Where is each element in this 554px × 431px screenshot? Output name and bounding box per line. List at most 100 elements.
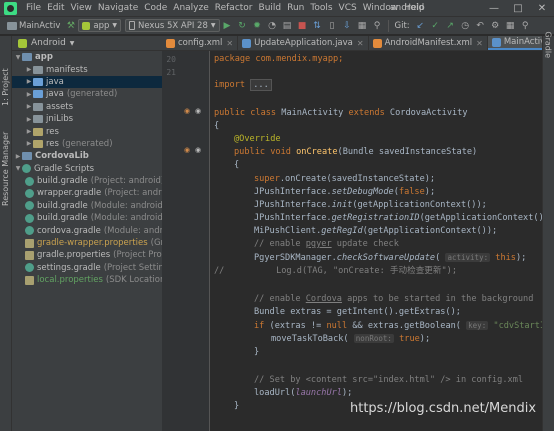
editor-tab-label: MainActivity.java (503, 37, 542, 47)
menu-file[interactable]: File (23, 3, 44, 13)
code-token: this (490, 253, 516, 263)
tree-item[interactable]: build.gradle (Module: android) (12, 200, 162, 212)
editor-tab[interactable]: config.xml ✕ (162, 36, 239, 50)
git-update-icon[interactable]: ↙ (415, 20, 426, 31)
code-line: super.onCreate(savedInstanceState); (254, 173, 435, 186)
attach-debugger-icon[interactable]: ▤ (282, 20, 293, 31)
tree-item[interactable]: wrapper.gradle(Project: android) (12, 187, 162, 199)
code-token: JPushInterface. (254, 200, 332, 210)
tree-item[interactable]: ▶ assets (12, 101, 162, 113)
tree-item[interactable]: ▶ CordovaLib (12, 150, 162, 162)
chevron-right-icon[interactable]: ▶ (25, 66, 33, 73)
close-icon[interactable]: ✕ (226, 39, 233, 48)
tree-item[interactable]: gradle.properties (Project Prop (12, 249, 162, 261)
menu-refactor[interactable]: Refactor (212, 3, 256, 13)
tree-item[interactable]: gradle-wrapper.properties(Gra (12, 237, 162, 249)
project-breadcrumb[interactable]: MainActiv (2, 19, 63, 33)
menu-edit[interactable]: Edit (44, 3, 67, 13)
close-icon[interactable]: ✕ (476, 39, 483, 48)
implemented-class-icon[interactable]: ◉ (184, 107, 190, 115)
tree-item[interactable]: settings.gradle(Project Settings (12, 262, 162, 274)
hammer-icon[interactable]: ⚒ (65, 20, 76, 31)
menu-analyze[interactable]: Analyze (170, 3, 211, 13)
chevron-right-icon[interactable]: ▶ (14, 153, 22, 160)
minimize-icon[interactable]: — (482, 0, 506, 17)
run-icon[interactable]: ▶ (222, 20, 233, 31)
code-line: public class MainActivity extends Cordov… (214, 107, 468, 120)
sync-gradle-icon[interactable]: ⇅ (312, 20, 323, 31)
tree-item[interactable]: ▶ manifests (12, 63, 162, 75)
tree-item[interactable]: ▼ Gradle Scripts (12, 163, 162, 175)
import-keyword: import (214, 80, 246, 90)
device-label: Nexus 5X API 28 (137, 20, 208, 31)
tree-item[interactable]: ▶ java (12, 75, 162, 89)
editor-tab-label: AndroidManifest.xml (384, 38, 473, 48)
settings-icon[interactable]: ⚙ (490, 20, 501, 31)
stop-icon[interactable]: ■ (297, 20, 308, 31)
apply-changes-icon[interactable]: ↻ (237, 20, 248, 31)
menu-view[interactable]: View (68, 3, 95, 13)
menu-navigate[interactable]: Navigate (95, 3, 141, 13)
code-editor[interactable]: package com.mendix.myapp; import ... pub… (214, 51, 542, 431)
project-tool-tab[interactable]: 1: Project (1, 68, 10, 106)
revert-icon[interactable]: ↶ (475, 20, 486, 31)
gradle-tool-tab[interactable]: Gradle (544, 31, 553, 58)
debug-icon[interactable]: ✹ (252, 20, 263, 31)
tree-item-label: java (46, 89, 64, 100)
menu-build[interactable]: Build (256, 3, 285, 13)
run-config-select[interactable]: app ▼ (78, 19, 121, 32)
tree-item[interactable]: cordova.gradle(Module: android) (12, 224, 162, 236)
code-line: public void onCreate(Bundle savedInstanc… (234, 146, 477, 159)
sdk-manager-icon[interactable]: ⇩ (342, 20, 353, 31)
chevron-right-icon[interactable]: ▶ (25, 116, 33, 123)
tree-item-tag: (Module: android) (90, 200, 162, 211)
code-token: ); (515, 253, 527, 263)
tree-item[interactable]: build.gradle (Module: android) (12, 212, 162, 224)
search-icon[interactable]: ⚲ (372, 20, 383, 31)
project-view-selector[interactable]: Android ▼ (12, 36, 162, 51)
device-select[interactable]: Nexus 5X API 28 ▼ (124, 19, 220, 32)
history-icon[interactable]: ◷ (460, 20, 471, 31)
menu-tools[interactable]: Tools (307, 3, 335, 13)
run-gutter-icon[interactable]: ◉ (195, 107, 201, 115)
code-token: (getApplicationContext()); (419, 213, 542, 223)
chevron-right-icon[interactable]: ▶ (25, 91, 33, 98)
tree-item[interactable]: ▼ app (12, 51, 162, 63)
chevron-down-icon[interactable]: ▼ (14, 165, 22, 172)
project-structure-icon[interactable]: ▦ (505, 20, 516, 31)
parameter-hint: key: (466, 321, 489, 330)
chevron-right-icon[interactable]: ▶ (25, 140, 33, 147)
tree-item[interactable]: local.properties(SDK Location) (12, 274, 162, 286)
search-everywhere-icon[interactable]: ⚲ (520, 20, 531, 31)
git-push-icon[interactable]: ↗ (445, 20, 456, 31)
tree-item-tag: (SDK Location) (105, 275, 162, 286)
tree-item[interactable]: ▶ res (generated) (12, 138, 162, 150)
close-icon[interactable]: ✕ (357, 39, 364, 48)
code-token: moveTaskToBack( (271, 334, 354, 344)
menu-run[interactable]: Run (284, 3, 307, 13)
override-method-icon[interactable]: ◉ (184, 146, 190, 154)
profile-icon[interactable]: ◔ (267, 20, 278, 31)
chevron-right-icon[interactable]: ▶ (25, 78, 33, 85)
tree-item[interactable]: ▶ res (12, 125, 162, 137)
tree-item[interactable]: ▶ jniLibs (12, 113, 162, 125)
chevron-down-icon[interactable]: ▼ (14, 54, 22, 61)
menu-vcs[interactable]: VCS (336, 3, 360, 13)
folded-imports[interactable]: ... (250, 79, 272, 91)
editor-tab[interactable]: MainActivity.java✕ (487, 36, 542, 50)
fold-gutter-icon[interactable]: ◉ (195, 146, 201, 154)
layout-inspector-icon[interactable]: ▦ (357, 20, 368, 31)
chevron-right-icon[interactable]: ▶ (25, 103, 33, 110)
editor-tab[interactable]: AndroidManifest.xml ✕ (369, 36, 488, 50)
resource-manager-tab[interactable]: Resource Manager (1, 132, 10, 206)
tree-item[interactable]: build.gradle (Project: android) (12, 175, 162, 187)
git-commit-icon[interactable]: ✓ (430, 20, 441, 31)
close-icon[interactable]: ✕ (530, 0, 554, 17)
chevron-right-icon[interactable]: ▶ (25, 128, 33, 135)
avd-manager-icon[interactable]: ▯ (327, 20, 338, 31)
menu-code[interactable]: Code (141, 3, 170, 13)
editor-tab[interactable]: UpdateApplication.java ✕ (238, 36, 369, 50)
tree-item[interactable]: ▶ java (generated) (12, 88, 162, 100)
maximize-icon[interactable]: □ (506, 0, 530, 17)
tree-item-label: gradle.properties (37, 250, 111, 261)
